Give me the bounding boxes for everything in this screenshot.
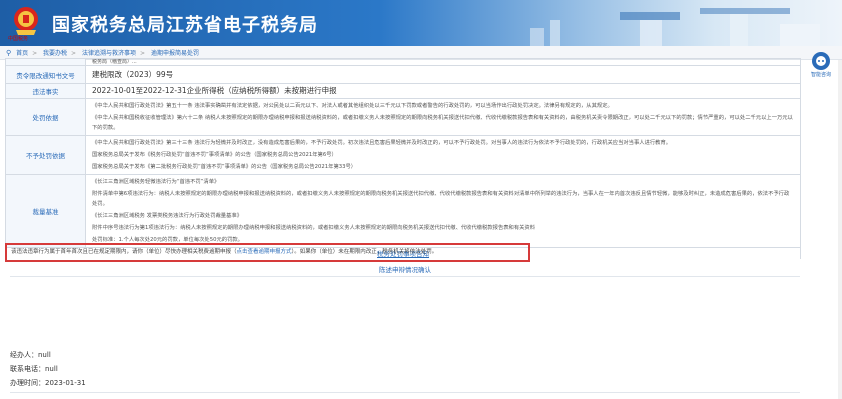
site-title: 国家税务总局江苏省电子税务局 bbox=[52, 15, 318, 36]
penalty-info-table: 税务局（稽查局）... 责令限改通知书文号 建税限改（2023）99号 违法事实… bbox=[5, 58, 801, 259]
breadcrumb-legal-relief[interactable]: 法律追溯与救济事项 bbox=[82, 50, 136, 57]
notice-number-label: 责令限改通知书文号 bbox=[5, 65, 86, 84]
breadcrumb-tax-affairs[interactable]: 我要办税 bbox=[43, 50, 67, 57]
violation-facts-label: 违法事实 bbox=[5, 83, 86, 99]
breadcrumb-separator: > bbox=[71, 50, 77, 57]
view-filing-method-link[interactable]: 点击查看逾期申报方式 bbox=[237, 249, 292, 255]
exemption-basis-label: 不予处罚依据 bbox=[5, 135, 86, 175]
statement-confirm-link[interactable]: 陈述申辩情况确认 bbox=[10, 264, 800, 274]
penalty-basis-value: 《中华人民共和国行政处罚法》第五十一条 违法事实确凿并有法定依据，对公民处以二百… bbox=[85, 98, 801, 136]
phone-text: 联系电话：null bbox=[10, 365, 58, 373]
divider bbox=[10, 276, 800, 277]
discretion-standard-value: 《长江三角洲区域税务轻微违法行为“首违不罚”清单》 附件清单中第6项违法行为：纳… bbox=[85, 174, 801, 248]
exemption-basis-value: 《中华人民共和国行政处罚法》第三十三条 违法行为轻微并及时改正，没有造成危害后果… bbox=[85, 135, 801, 175]
row-label bbox=[5, 58, 86, 66]
table-row: 责令限改通知书文号 建税限改（2023）99号 bbox=[5, 65, 801, 84]
location-pin-icon: ⚲ bbox=[6, 49, 12, 57]
breadcrumb-separator: > bbox=[140, 50, 146, 57]
table-row: 违法事实 2022-10-01至2022-12-31企业所得税（应纳税所得额）未… bbox=[5, 83, 801, 99]
row-value: 税务局（稽查局）... bbox=[85, 58, 801, 66]
table-row: 不予处罚依据 《中华人民共和国行政处罚法》第三十三条 违法行为轻微并及时改正，没… bbox=[5, 135, 801, 175]
standard-line: 《长江三角洲区域税务轻微违法行为“首违不罚”清单》 bbox=[92, 179, 220, 185]
smart-consult-widget[interactable]: 智能咨询 bbox=[806, 52, 836, 78]
smart-consult-label: 智能咨询 bbox=[810, 72, 831, 78]
exemption-line: 国家税务总局关于发布《税务行政处罚“首违不罚”事项清单》的公告（国家税务总局公告… bbox=[92, 152, 337, 158]
table-row: 处罚依据 《中华人民共和国行政处罚法》第五十一条 违法事实确凿并有法定依据，对公… bbox=[5, 98, 801, 136]
table-row: 裁量基准 《长江三角洲区域税务轻微违法行为“首违不罚”清单》 附件清单中第6项违… bbox=[5, 174, 801, 248]
breadcrumb-current[interactable]: 逾期申报简易处罚 bbox=[151, 50, 199, 57]
standard-line: 附件中序号违法行为第1项违法行为：纳税人未按照规定的期限办理纳税申报和报送纳税资… bbox=[92, 225, 536, 231]
tax-emblem-icon bbox=[14, 7, 38, 35]
emblem-caption: 中国税务 bbox=[8, 36, 29, 42]
notice-prefix: 该违法违章行为属于首年首次且已在规定期限内，请你（单位）尽快办理相关税费逾期申报… bbox=[11, 249, 237, 255]
city-skyline-decoration bbox=[530, 8, 820, 46]
vertical-scrollbar[interactable] bbox=[838, 60, 842, 399]
handler-text: 经办人：null bbox=[10, 351, 51, 359]
divider bbox=[10, 392, 800, 393]
notice-number-value: 建税限改（2023）99号 bbox=[85, 65, 801, 84]
basis-line: 《中华人民共和国行政处罚法》第五十一条 违法事实确凿并有法定依据，对公民处以二百… bbox=[92, 103, 613, 109]
penalty-detail-panel: 税务局（稽查局）... 责令限改通知书文号 建税限改（2023）99号 违法事实… bbox=[5, 58, 801, 399]
violation-facts-value: 2022-10-01至2022-12-31企业所得税（应纳税所得额）未按期进行申… bbox=[85, 83, 801, 99]
notice-suffix: ）。如果你（单位）未在期限内改正，税务机关将依法处罚。 bbox=[291, 249, 438, 255]
site-header: 中国税务 国家税务总局江苏省电子税务局 bbox=[0, 0, 842, 46]
table-row: 税务局（稽查局）... bbox=[5, 58, 801, 66]
exemption-line: 《中华人民共和国行政处罚法》第三十三条 违法行为轻微并及时改正，没有造成危害后果… bbox=[92, 140, 672, 146]
breadcrumb-home[interactable]: 首页 bbox=[16, 50, 28, 57]
process-time-text: 办理时间：2023-01-31 bbox=[10, 379, 86, 387]
discretion-standard-label: 裁量基准 bbox=[5, 174, 86, 248]
exemption-line: 国家税务总局关于发布《第二批税务行政处罚“首违不罚”事项清单》的公告（国家税务总… bbox=[92, 164, 357, 170]
breadcrumb-separator: > bbox=[32, 50, 38, 57]
standard-line: 附件清单中第6项违法行为：纳税人未按照规定的期限办理纳税申报和报送纳税资料的，或… bbox=[92, 191, 790, 207]
late-filing-notice: 该违法违章行为属于首年首次且已在规定期限内，请你（单位）尽快办理相关税费逾期申报… bbox=[5, 243, 530, 262]
standard-line: 《长江三角洲区域税务 发票类税务违法行为行政处罚裁量基准》 bbox=[92, 213, 242, 219]
basis-line: 《中华人民共和国税收征收管理法》第六十二条 纳税人未按照规定的期限办理纳税申报和… bbox=[92, 115, 793, 131]
penalty-basis-label: 处罚依据 bbox=[5, 98, 86, 136]
chat-bot-icon[interactable] bbox=[812, 52, 830, 70]
